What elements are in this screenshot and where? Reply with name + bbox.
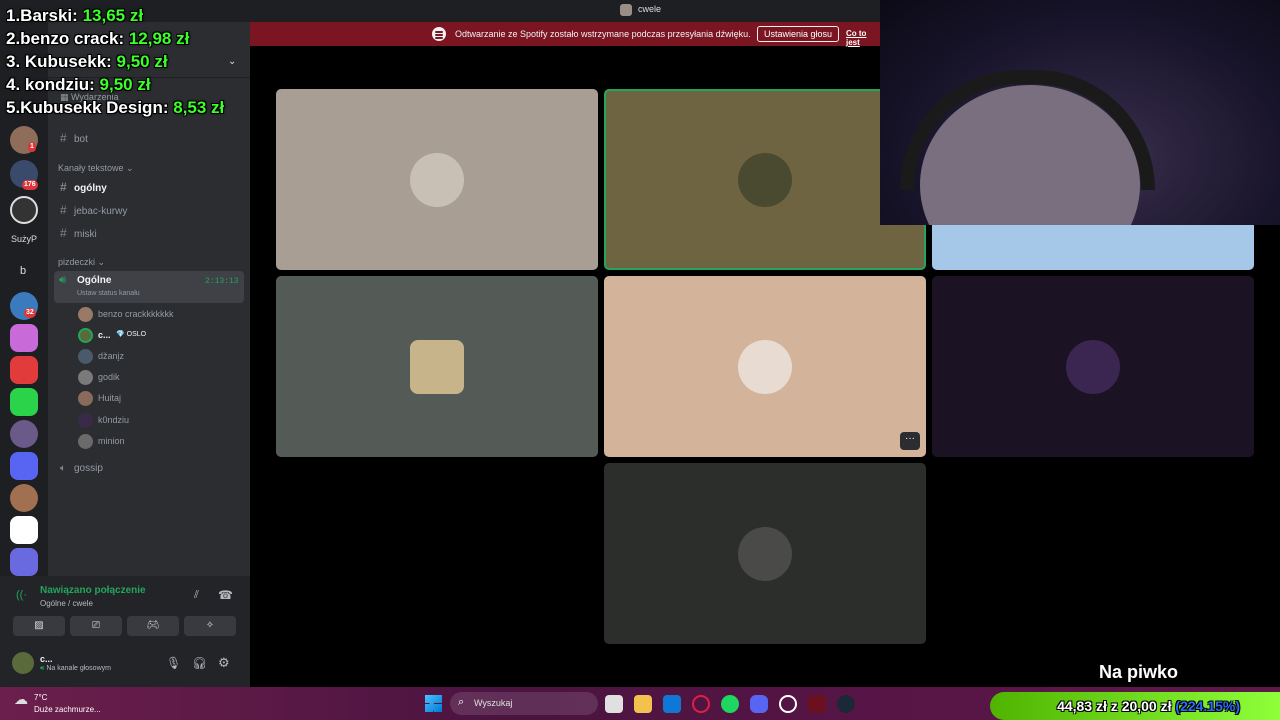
participant-tile[interactable] (276, 276, 598, 457)
leaderboard-row: 1.Barski: 13,65 zł (6, 6, 144, 25)
noise-suppression-icon[interactable]: ⫽ (194, 589, 199, 602)
voice-channel-ogolne[interactable]: 🔊︎ Ogólne Ustaw status kanału 2:13:13 (54, 271, 244, 303)
hash-icon: # (60, 203, 67, 217)
server-text-icon[interactable]: b (20, 265, 26, 277)
what-is-this-link[interactable]: Co to jest (846, 29, 880, 47)
discord-icon[interactable] (750, 695, 768, 713)
username: c... (40, 654, 53, 664)
participant-tile[interactable]: ··· (604, 276, 926, 457)
spotify-notice-bar: Odtwarzanie ze Spotify zostało wstrzyman… (250, 22, 880, 47)
speaker-icon: 🔈︎ (60, 463, 66, 474)
category-text-channels[interactable]: Kanały tekstowe ⌄ (58, 163, 134, 174)
spotify-icon[interactable] (721, 695, 739, 713)
camera-off-button[interactable]: ▨ (13, 616, 65, 636)
donation-goal-bar: 44,83 zł z 20,00 zł (224.15%) (990, 692, 1280, 720)
mention-badge: 1 (28, 142, 36, 152)
taskbar-search[interactable]: ⌕ Wyszukaj (450, 692, 598, 715)
window-title: cwele (638, 4, 662, 14)
search-placeholder: Wyszukaj (474, 698, 513, 708)
weather-desc[interactable]: Duże zachmurze... (34, 705, 101, 714)
activities-button[interactable]: 🎮︎ (127, 616, 179, 636)
discord-icon[interactable] (10, 452, 38, 480)
more-options-icon[interactable]: ··· (900, 432, 920, 450)
weather-icon[interactable]: ☁︎ (14, 691, 28, 708)
channel-status[interactable]: Ustaw status kanału (77, 290, 140, 297)
kick-icon[interactable] (10, 388, 38, 416)
server-icon-5[interactable] (10, 324, 38, 352)
voice-channel-name: Ogólne (77, 275, 112, 286)
obs-icon[interactable] (779, 695, 797, 713)
participant-tile-speaking[interactable] (604, 89, 926, 270)
connection-location[interactable]: Ogólne / cwele (40, 599, 93, 608)
channel-ogolny[interactable]: # ogólny (60, 180, 107, 194)
server-text-icon[interactable]: SużyP (11, 234, 37, 244)
notice-message: Odtwarzanie ze Spotify zostało wstrzyman… (455, 29, 751, 39)
participant-tile[interactable] (604, 463, 926, 644)
disconnect-icon[interactable]: ☎ (218, 588, 233, 602)
participant-tile[interactable] (932, 225, 1254, 270)
avatar[interactable] (12, 652, 34, 674)
file-explorer-icon[interactable] (634, 695, 652, 713)
connection-status[interactable]: Nawiązano połączenie (40, 585, 146, 596)
goal-progress-text: 44,83 zł z 20,00 zł (224.15%) (1057, 698, 1240, 714)
participant-avatar (738, 526, 792, 581)
category-voice[interactable]: pizdeczki ⌄ (58, 257, 105, 268)
participant-avatar (1066, 339, 1120, 394)
leaderboard-row: 4. kondziu: 9,50 zł (6, 75, 151, 94)
server-icon-7[interactable] (10, 420, 38, 448)
headphones-icon[interactable]: 🎧︎ (192, 656, 207, 670)
participant-avatar (410, 339, 464, 394)
leaderboard-row: 5.Kubusekk Design: 8,53 zł (6, 98, 225, 117)
voice-timer: 2:13:13 (205, 277, 239, 286)
gear-icon[interactable]: ⚙ (218, 655, 230, 671)
signal-icon: ((· (16, 589, 27, 601)
soundboard-button[interactable]: ✧ (184, 616, 236, 636)
search-icon: ⌕ (458, 696, 465, 708)
webcam-overlay (880, 0, 1280, 225)
channel-jebac-kurwy[interactable]: # jebac-kurwy (60, 203, 127, 217)
opera-icon[interactable] (692, 695, 710, 713)
server-icon-10[interactable] (10, 548, 38, 576)
server-icon-3[interactable] (10, 196, 38, 224)
member-tag: 💎 OSLO (116, 331, 147, 338)
server-icon (620, 4, 632, 16)
server-icon-9[interactable] (10, 516, 38, 544)
weather-temp[interactable]: 7°C (34, 693, 47, 702)
app-icon[interactable] (808, 695, 826, 713)
hash-icon: # (60, 180, 67, 194)
leaderboard-row: 3. Kubusekk: 9,50 zł (6, 52, 168, 71)
voice-settings-button[interactable]: Ustawienia głosu (757, 26, 840, 42)
participant-avatar (738, 339, 792, 394)
channel-bot[interactable]: # bot (60, 131, 88, 145)
task-view-icon[interactable] (605, 695, 623, 713)
spotify-icon (432, 27, 446, 41)
voice-channel-gossip[interactable]: 🔈︎ gossip (60, 463, 103, 474)
participant-tile[interactable] (276, 89, 598, 270)
participant-avatar (410, 152, 464, 207)
mention-badge: 32 (24, 308, 36, 318)
participant-tile[interactable] (932, 276, 1254, 457)
server-icon-8[interactable] (10, 484, 38, 512)
steam-icon[interactable] (837, 695, 855, 713)
screen-share-button[interactable]: ⎚ (70, 616, 122, 636)
leaderboard-row: 2.benzo crack: 12,98 zł (6, 29, 190, 48)
hash-icon: # (60, 226, 67, 240)
server-icon-6[interactable] (10, 356, 38, 384)
hash-icon: # (60, 131, 67, 145)
speaker-icon: 🔊︎ (59, 274, 66, 286)
goal-caption: Na piwko (1099, 662, 1179, 682)
outlook-icon[interactable] (663, 695, 681, 713)
headphones-icon (900, 70, 1155, 190)
chevron-down-icon[interactable]: ⌄ (228, 56, 236, 67)
participant-avatar (738, 152, 792, 207)
microphone-icon[interactable]: 🎙︎ (166, 656, 181, 670)
mention-badge: 176 (22, 180, 38, 190)
user-status: 🔊︎ Na kanale głosowym (40, 665, 111, 672)
channel-miski[interactable]: # miski (60, 226, 97, 240)
